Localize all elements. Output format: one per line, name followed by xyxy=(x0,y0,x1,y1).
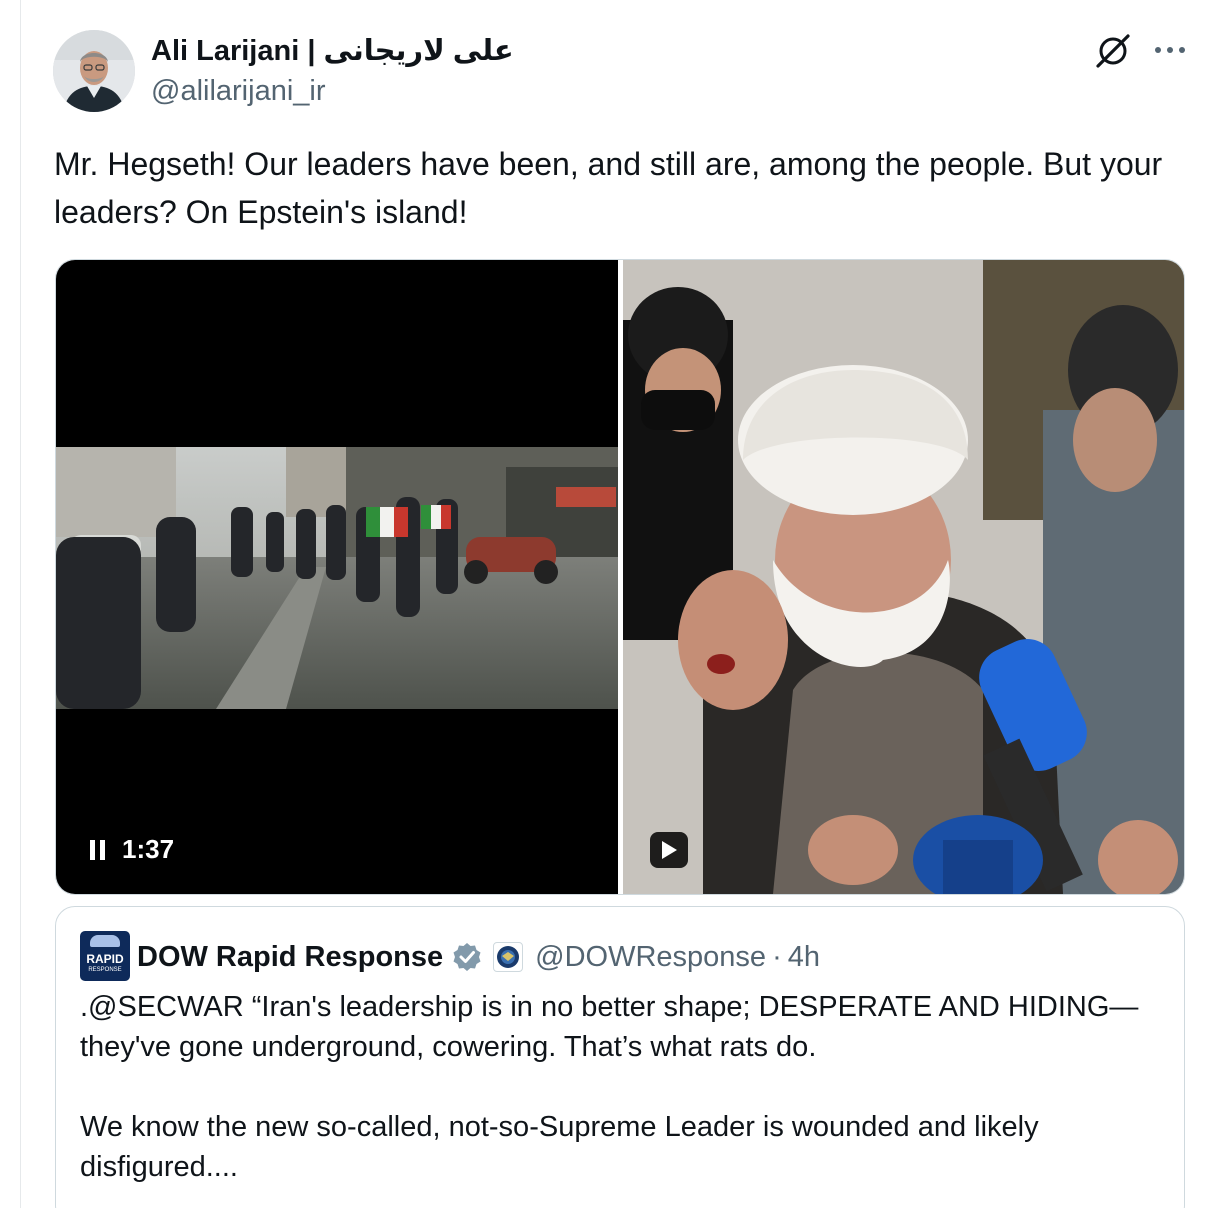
more-options-icon[interactable] xyxy=(1150,30,1190,70)
tweet-text: Mr. Hegseth! Our leaders have been, and … xyxy=(54,146,1163,230)
video-duration: 1:37 xyxy=(122,834,175,864)
quoted-tweet-text: .@SECWAR “Iran's leadership is in no bet… xyxy=(80,991,1139,1183)
video-player-right[interactable] xyxy=(623,260,1184,894)
grok-icon[interactable] xyxy=(1093,30,1133,70)
quoted-tweet-header: DOW Rapid Response @DOWResponse · 4h xyxy=(137,937,820,977)
play-icon[interactable] xyxy=(650,832,688,868)
quoted-author-handle[interactable]: @DOWResponse xyxy=(535,941,766,974)
author-display-name[interactable]: Ali Larijani | علی لاریجانی xyxy=(151,34,514,68)
affiliation-badge-icon[interactable] xyxy=(493,942,524,972)
media-grid: 1:37 xyxy=(55,259,1185,895)
avatar-photo xyxy=(53,30,135,112)
street-march-video-frame xyxy=(56,447,618,709)
video-player-left[interactable]: 1:37 xyxy=(56,260,618,894)
avatar-logo-text: RAPID xyxy=(86,952,124,966)
dot-separator: · xyxy=(772,940,782,973)
video-controls: 1:37 xyxy=(88,834,174,865)
quoted-author-avatar[interactable]: RAPID RESPONSE xyxy=(80,931,130,981)
quoted-tweet-time[interactable]: 4h xyxy=(788,941,820,974)
author-handle[interactable]: @alilarijani_ir xyxy=(151,74,326,108)
quoted-author-name[interactable]: DOW Rapid Response xyxy=(137,941,443,974)
avatar-logo-subtext: RESPONSE xyxy=(88,967,122,973)
quoted-tweet-card[interactable]: RAPID RESPONSE DOW Rapid Response @DOWRe… xyxy=(55,906,1185,1208)
author-avatar[interactable] xyxy=(53,30,135,112)
timeline-border xyxy=(20,0,21,1208)
verified-badge-icon[interactable] xyxy=(451,941,483,973)
interview-video-frame xyxy=(623,260,1184,894)
pause-icon[interactable] xyxy=(88,838,108,862)
